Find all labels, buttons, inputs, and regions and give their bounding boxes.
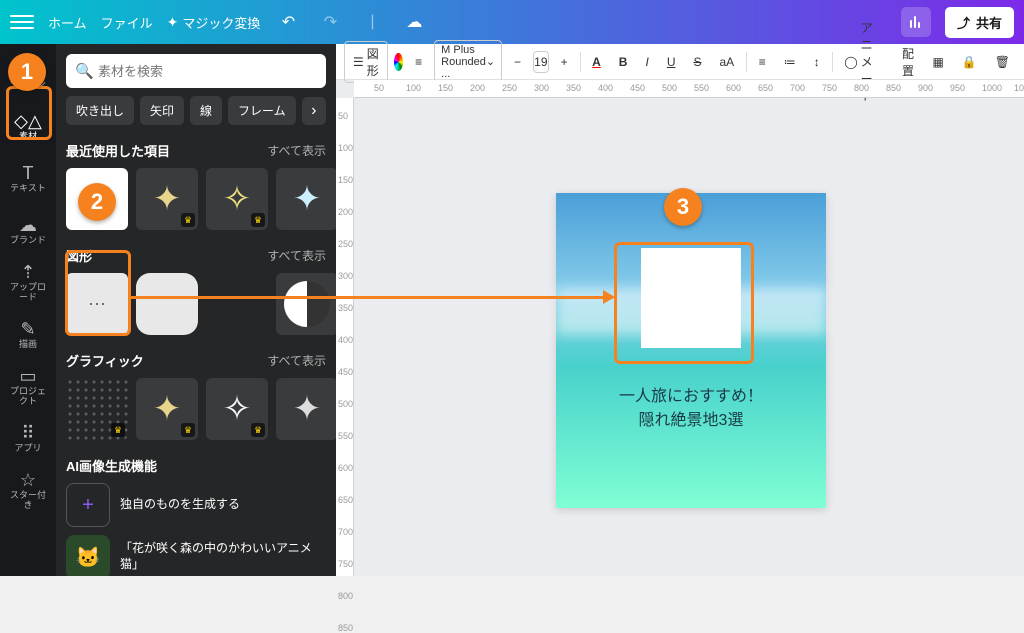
font-plus[interactable]: + xyxy=(555,51,574,73)
chip-more[interactable]: › xyxy=(302,97,326,125)
thumb-recent-2[interactable]: ✦♛ xyxy=(136,168,198,230)
context-toolbar: ☰ 図形 ≡ M Plus Rounded ...⌄ − 19 + A B I … xyxy=(336,44,1024,80)
rail-draw[interactable]: ✎描画 xyxy=(6,310,50,360)
rail-elements[interactable]: ◇△素材 xyxy=(6,102,50,152)
menu-icon[interactable] xyxy=(10,10,34,34)
thumb-shape-rounded[interactable] xyxy=(136,273,198,335)
divider-icon: | xyxy=(358,8,386,36)
graphics-title: グラフィック xyxy=(66,351,144,370)
crown-icon: ♛ xyxy=(251,213,265,227)
left-rail: ▥デザイン ◇△素材 Tテキスト ☁ブランド ⇡アップロード ✎描画 ▭プロジェ… xyxy=(0,44,56,576)
lock-icon[interactable]: 🔒 xyxy=(956,51,983,73)
font-selector[interactable]: M Plus Rounded ...⌄ xyxy=(434,40,502,84)
thumb-shape-circle[interactable] xyxy=(276,273,336,335)
rail-project[interactable]: ▭プロジェクト xyxy=(6,362,50,412)
bold[interactable]: B xyxy=(613,51,634,73)
list[interactable]: ≔ xyxy=(778,51,802,73)
thumb-gfx-3[interactable]: ✧♛ xyxy=(206,378,268,440)
undo-icon[interactable]: ↶ xyxy=(274,8,302,36)
category-chips: 吹き出し 矢印 線 フレーム › xyxy=(56,96,336,135)
crown-icon: ♛ xyxy=(181,423,195,437)
anno-arrow xyxy=(131,296,613,299)
rail-starred[interactable]: ☆スター付き xyxy=(6,466,50,516)
elements-panel: 🔍 吹き出し 矢印 線 フレーム › 最近使用した項目 すべて表示 ✦♛ ✧♛ … xyxy=(56,44,336,576)
italic[interactable]: I xyxy=(639,51,654,73)
thumb-recent-4[interactable]: ✦ xyxy=(276,168,336,230)
font-size[interactable]: 19 xyxy=(533,51,549,73)
ai-thumb-icon: 🐱 xyxy=(66,535,110,576)
transparency[interactable]: ▦ xyxy=(926,51,949,73)
strike[interactable]: S xyxy=(687,51,707,73)
recent-seeall[interactable]: すべて表示 xyxy=(267,142,326,159)
plus-icon: + xyxy=(66,483,110,527)
crown-icon: ♛ xyxy=(111,423,125,437)
underline[interactable]: U xyxy=(661,51,682,73)
section-graphics: グラフィック すべて表示 ♛ ✦♛ ✧♛ ✦ xyxy=(56,345,336,450)
canvas-viewport[interactable]: 一人旅におすすめ！ 隠れ絶景地3選 xyxy=(336,98,1024,576)
thumb-gfx-4[interactable]: ✦ xyxy=(276,378,336,440)
redo-icon[interactable]: ↷ xyxy=(316,8,344,36)
ruler-horizontal: 5010015020025030035040045050055060065070… xyxy=(354,80,1024,98)
font-minus[interactable]: − xyxy=(508,51,527,73)
search-icon: 🔍 xyxy=(75,62,94,80)
nav-home[interactable]: ホーム xyxy=(48,13,87,32)
canvas-area: ☰ 図形 ≡ M Plus Rounded ...⌄ − 19 + A B I … xyxy=(336,44,1024,576)
chevron-down-icon: ⌄ xyxy=(486,55,495,68)
rail-upload[interactable]: ⇡アップロード xyxy=(6,258,50,308)
recent-title: 最近使用した項目 xyxy=(66,141,170,160)
sparkle-icon: ✦ xyxy=(167,14,179,31)
spacing[interactable]: ↕ xyxy=(808,51,826,73)
thumb-recent-3[interactable]: ✧♛ xyxy=(206,168,268,230)
border-style[interactable]: ≡ xyxy=(409,51,428,73)
nav-file[interactable]: ファイル xyxy=(101,13,153,32)
crown-icon: ♛ xyxy=(181,213,195,227)
crown-icon: ♛ xyxy=(251,423,265,437)
thumb-shape-square[interactable]: ⋯ xyxy=(66,273,128,335)
align[interactable]: ≡ xyxy=(753,51,772,73)
color-picker[interactable] xyxy=(394,53,403,71)
section-ai: AI画像生成機能 + 独自のものを生成する 🐱 「花が咲く森の中のかわいいアニメ… xyxy=(56,450,336,576)
rail-apps[interactable]: ⠿アプリ xyxy=(6,414,50,464)
white-square-element[interactable] xyxy=(641,248,741,348)
delete-icon[interactable]: 🗑 xyxy=(989,51,1016,73)
share-button[interactable]: ⤴ 共有 xyxy=(945,7,1014,38)
section-shapes: 図形 すべて表示 ⋯ xyxy=(56,240,336,345)
chip-speech[interactable]: 吹き出し xyxy=(66,96,134,125)
ai-title: AI画像生成機能 xyxy=(66,456,157,475)
shapes-seeall[interactable]: すべて表示 xyxy=(267,247,326,264)
upload-icon: ⤴ xyxy=(957,13,970,32)
chip-frame[interactable]: フレーム xyxy=(228,96,296,125)
search-container: 🔍 xyxy=(66,54,326,88)
shape-type-button[interactable]: ☰ 図形 xyxy=(344,41,388,83)
chip-arrow[interactable]: 矢印 xyxy=(140,96,184,125)
artboard-text[interactable]: 一人旅におすすめ！ 隠れ絶景地3選 xyxy=(556,385,826,433)
chip-line[interactable]: 線 xyxy=(190,96,222,125)
thumb-gfx-2[interactable]: ✦♛ xyxy=(136,378,198,440)
case[interactable]: aA xyxy=(714,51,741,73)
position-button[interactable]: 配置 xyxy=(896,41,921,83)
anno-marker-2: 2 xyxy=(78,183,116,221)
search-input[interactable] xyxy=(66,54,326,88)
rail-text[interactable]: Tテキスト xyxy=(6,154,50,204)
thumb-gfx-1[interactable]: ♛ xyxy=(66,378,128,440)
text-color[interactable]: A xyxy=(586,51,607,73)
rail-brand[interactable]: ☁ブランド xyxy=(6,206,50,256)
cloud-sync-icon[interactable]: ☁ xyxy=(400,8,428,36)
anno-marker-1: 1 xyxy=(8,53,46,91)
artboard[interactable]: 一人旅におすすめ！ 隠れ絶景地3選 xyxy=(556,193,826,508)
anno-marker-3: 3 xyxy=(664,188,702,226)
graphics-seeall[interactable]: すべて表示 xyxy=(267,352,326,369)
ai-prompt-example[interactable]: 🐱 「花が咲く森の中のかわいいアニメ猫」 xyxy=(66,535,326,576)
magic-transform[interactable]: ✦ マジック変換 xyxy=(167,13,261,32)
insights-button[interactable] xyxy=(901,7,931,37)
shapes-title: 図形 xyxy=(66,246,92,265)
ai-generate-own[interactable]: + 独自のものを生成する xyxy=(66,483,326,527)
